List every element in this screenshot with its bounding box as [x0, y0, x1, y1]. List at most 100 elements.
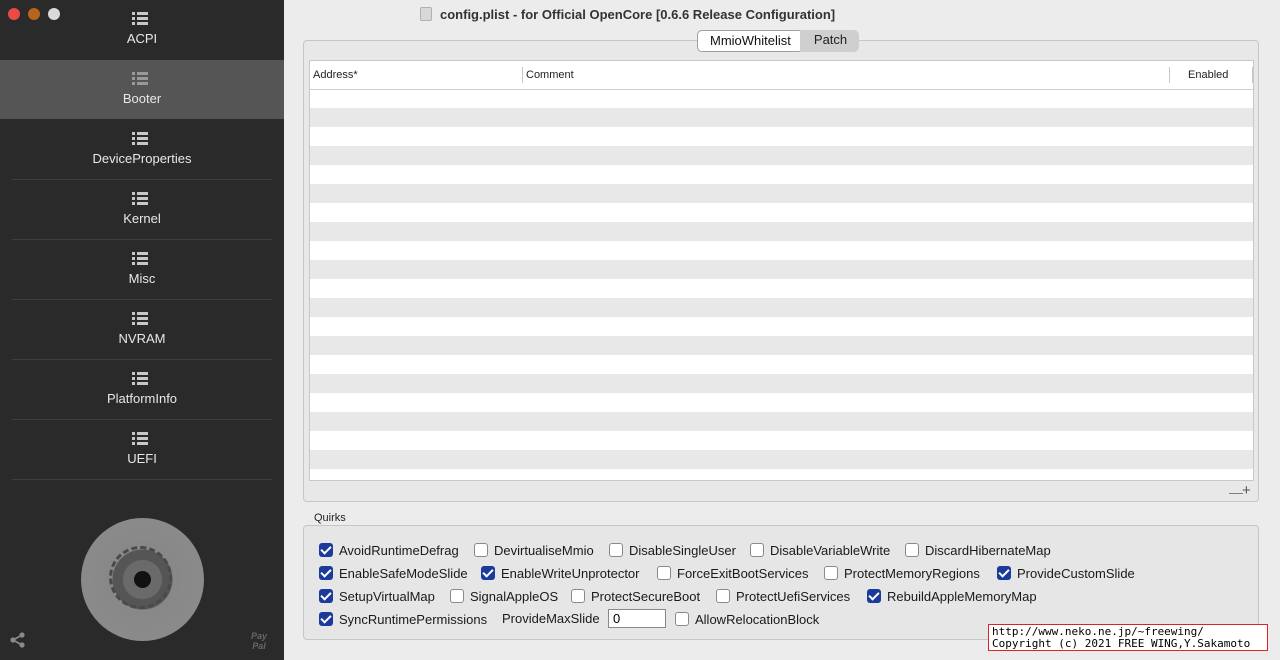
sidebar-item-kernel[interactable]: Kernel [0, 180, 284, 239]
quirk-provide-custom-slide[interactable]: ProvideCustomSlide [997, 565, 1135, 581]
quirk-label: ProtectUefiServices [736, 588, 851, 604]
table-row[interactable] [310, 241, 1253, 260]
checkbox[interactable] [319, 612, 333, 626]
column-divider[interactable] [1252, 67, 1253, 83]
table-row[interactable] [310, 184, 1253, 203]
provide-max-slide-field[interactable] [608, 609, 666, 628]
table-row[interactable] [310, 393, 1253, 412]
checkbox[interactable] [675, 612, 689, 626]
table-row[interactable] [310, 222, 1253, 241]
quirk-protect-memory-regions[interactable]: ProtectMemoryRegions [824, 565, 980, 581]
table-row[interactable] [310, 108, 1253, 127]
table-row[interactable] [310, 146, 1253, 165]
quirk-avoid-runtime-defrag[interactable]: AvoidRuntimeDefrag [319, 542, 459, 558]
checkbox[interactable] [716, 589, 730, 603]
checkbox[interactable] [824, 566, 838, 580]
tab-patch[interactable]: Patch [799, 30, 860, 52]
sidebar-item-label: Misc [128, 271, 156, 286]
table-row[interactable] [310, 450, 1253, 469]
column-header-comment[interactable]: Comment [526, 69, 574, 81]
table-row[interactable] [310, 336, 1253, 355]
checkbox[interactable] [481, 566, 495, 580]
checkbox[interactable] [450, 589, 464, 603]
quirk-label: DisableSingleUser [629, 542, 736, 558]
quirk-allow-relocation-block[interactable]: AllowRelocationBlock [675, 611, 819, 627]
quirk-force-exit-boot-services[interactable]: ForceExitBootServices [657, 565, 809, 581]
checkbox[interactable] [750, 543, 764, 557]
table-row[interactable] [310, 165, 1253, 184]
column-divider[interactable] [522, 67, 523, 83]
list-icon [132, 432, 148, 446]
quirk-disable-single-user[interactable]: DisableSingleUser [609, 542, 736, 558]
quirk-label: DisableVariableWrite [770, 542, 891, 558]
quirk-protect-secure-boot[interactable]: ProtectSecureBoot [571, 588, 700, 604]
share-icon[interactable] [9, 631, 27, 649]
quirk-disable-variable-write[interactable]: DisableVariableWrite [750, 542, 890, 558]
table-row[interactable] [310, 469, 1253, 480]
checkbox[interactable] [997, 566, 1011, 580]
table-row[interactable] [310, 317, 1253, 336]
quirk-devirtualise-mmio[interactable]: DevirtualiseMmio [474, 542, 594, 558]
table-row[interactable] [310, 431, 1253, 450]
sidebar: ACPI Booter DeviceProperties Kernel Misc… [0, 0, 284, 660]
checkbox[interactable] [474, 543, 488, 557]
table-row[interactable] [310, 89, 1253, 108]
quirk-discard-hibernate-map[interactable]: DiscardHibernateMap [905, 542, 1051, 558]
checkbox[interactable] [609, 543, 623, 557]
paypal-logo[interactable]: Pay Pal [251, 631, 267, 651]
remove-row-button[interactable]: — [1229, 484, 1243, 500]
sidebar-item-acpi[interactable]: ACPI [0, 0, 284, 59]
quirk-label: DevirtualiseMmio [494, 542, 594, 558]
checkbox[interactable] [867, 589, 881, 603]
checkbox[interactable] [571, 589, 585, 603]
table-row[interactable] [310, 355, 1253, 374]
quirk-protect-uefi-services[interactable]: ProtectUefiServices [716, 588, 850, 604]
checkbox[interactable] [657, 566, 671, 580]
checkbox[interactable] [905, 543, 919, 557]
provide-max-slide-label: ProvideMaxSlide [502, 611, 600, 626]
sidebar-item-platforminfo[interactable]: PlatformInfo [0, 360, 284, 419]
table-row[interactable] [310, 279, 1253, 298]
mmio-whitelist-table[interactable]: Address* Comment Enabled [309, 60, 1254, 481]
sidebar-item-booter[interactable]: Booter [0, 60, 284, 119]
quirk-setup-virtual-map[interactable]: SetupVirtualMap [319, 588, 435, 604]
column-header-address[interactable]: Address* [313, 69, 358, 81]
sidebar-item-misc[interactable]: Misc [0, 240, 284, 299]
quirk-label: SyncRuntimePermissions [339, 611, 488, 627]
quirk-signal-apple-os[interactable]: SignalAppleOS [450, 588, 558, 604]
window-title-bar: config.plist - for Official OpenCore [0.… [420, 5, 835, 23]
list-icon [132, 72, 148, 86]
add-row-button[interactable]: + [1242, 482, 1251, 499]
checkbox[interactable] [319, 543, 333, 557]
list-icon [132, 192, 148, 206]
sidebar-item-uefi[interactable]: UEFI [0, 420, 284, 479]
quirk-label: SetupVirtualMap [339, 588, 435, 604]
quirk-enable-write-unprotector[interactable]: EnableWriteUnprotector [481, 565, 640, 581]
table-row[interactable] [310, 260, 1253, 279]
quirk-label: DiscardHibernateMap [925, 542, 1051, 558]
quirk-label: AvoidRuntimeDefrag [339, 542, 459, 558]
table-row[interactable] [310, 412, 1253, 431]
checkbox[interactable] [319, 566, 333, 580]
quirk-sync-runtime-permissions[interactable]: SyncRuntimePermissions [319, 611, 487, 627]
checkbox[interactable] [319, 589, 333, 603]
quirk-enable-safe-mode-slide[interactable]: EnableSafeModeSlide [319, 565, 468, 581]
quirk-rebuild-apple-memory-map[interactable]: RebuildAppleMemoryMap [867, 588, 1037, 604]
tab-mmio-whitelist[interactable]: MmioWhitelist [697, 30, 804, 52]
column-divider[interactable] [1169, 67, 1170, 83]
list-icon [132, 252, 148, 266]
column-header-enabled[interactable]: Enabled [1188, 69, 1228, 81]
sidebar-item-label: Kernel [123, 211, 161, 226]
table-row[interactable] [310, 127, 1253, 146]
table-row[interactable] [310, 203, 1253, 222]
sidebar-item-label: UEFI [127, 451, 157, 466]
window-title: config.plist - for Official OpenCore [0.… [440, 6, 836, 22]
list-icon [132, 12, 148, 26]
sidebar-item-deviceproperties[interactable]: DeviceProperties [0, 120, 284, 179]
table-row[interactable] [310, 374, 1253, 393]
paypal-text-bottom: Pal [252, 641, 266, 651]
quirks-section-label: Quirks [314, 512, 346, 524]
table-row[interactable] [310, 298, 1253, 317]
disc-hub [134, 571, 151, 588]
sidebar-item-nvram[interactable]: NVRAM [0, 300, 284, 359]
